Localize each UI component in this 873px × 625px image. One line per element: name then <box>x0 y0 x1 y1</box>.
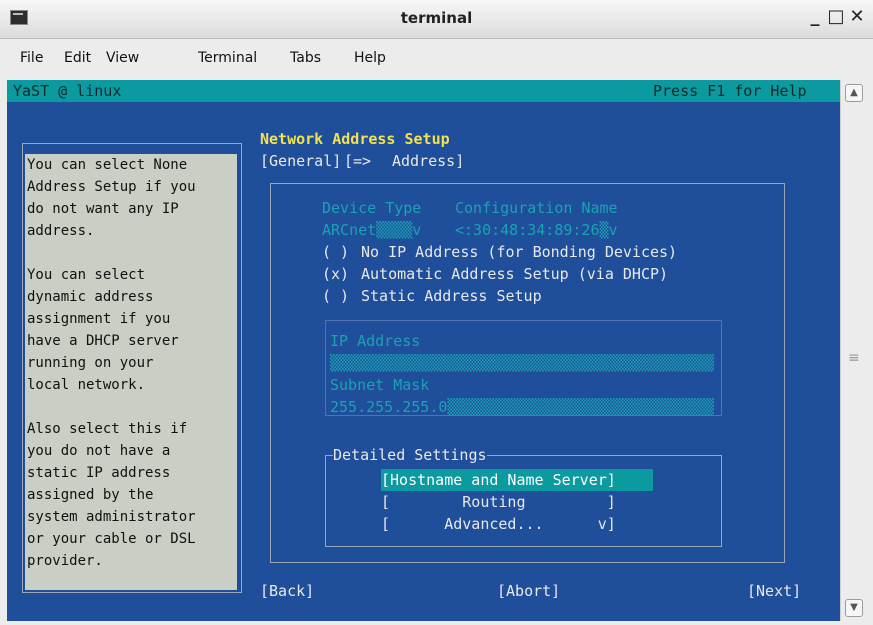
radio-static-mark[interactable]: ( ) <box>322 285 349 307</box>
help-line: address. <box>27 223 95 239</box>
help-line: provider. <box>27 553 103 569</box>
detailed-settings-label: Detailed Settings <box>333 444 487 466</box>
header-right: Press F1 for Help <box>653 82 807 100</box>
subnet-mask-field[interactable]: 255.255.255.0▒▒▒▒▒▒▒▒▒▒▒▒▒▒▒▒▒▒▒▒▒▒▒▒▒▒▒… <box>330 396 714 418</box>
radio-dhcp-mark[interactable]: (x) <box>322 263 349 285</box>
help-line: Also select this if <box>27 421 188 437</box>
radio-no-ip-label[interactable]: No IP Address (for Bonding Devices) <box>361 241 677 263</box>
close-button[interactable]: ✕ <box>847 6 867 27</box>
yast-header: YaST @ linux Press F1 for Help <box>7 80 840 102</box>
help-line: system administrator <box>27 509 196 525</box>
help-line: Address Setup if you <box>27 179 196 195</box>
help-line: You can select <box>27 267 146 283</box>
menu-edit[interactable]: Edit <box>64 50 91 66</box>
header-left: YaST @ linux <box>13 82 122 100</box>
menu-tabs[interactable]: Tabs <box>290 50 321 66</box>
menu-help[interactable]: Help <box>354 50 386 66</box>
device-type-select[interactable]: ARCnet▒▒▒▒v <box>322 219 421 241</box>
radio-dhcp-label[interactable]: Automatic Address Setup (via DHCP) <box>361 263 668 285</box>
help-line: local network. <box>27 377 146 393</box>
menu-terminal[interactable]: Terminal <box>198 50 257 66</box>
scroll-up-icon[interactable]: ▲ <box>845 84 863 102</box>
dialog-title: Network Address Setup <box>260 130 450 148</box>
tab-separator: [=> <box>344 152 372 170</box>
help-line: assignment if you <box>27 311 171 327</box>
menu-bar: File Edit View Terminal Tabs Help <box>0 39 873 77</box>
ip-address-label: IP Address <box>330 332 421 350</box>
menu-view[interactable]: View <box>106 50 139 66</box>
scroll-grip-icon[interactable]: ≡ <box>848 350 860 366</box>
window-title: terminal <box>400 9 473 27</box>
help-panel: You can select None Address Setup if you… <box>25 154 237 590</box>
minimize-button[interactable]: _ <box>805 6 825 27</box>
help-line: do not want any IP <box>27 201 179 217</box>
help-line: or your cable or DSL <box>27 531 196 547</box>
window-titlebar: terminal _ □ ✕ <box>0 0 873 39</box>
scrollbar[interactable]: ▲ ≡ ▼ <box>840 80 867 621</box>
subnet-mask-label: Subnet Mask <box>330 376 430 394</box>
help-line: you do not have a <box>27 443 171 459</box>
radio-static-label[interactable]: Static Address Setup <box>361 285 542 307</box>
abort-button[interactable]: [Abort] <box>497 580 560 602</box>
config-name-label: Configuration Name <box>455 199 618 217</box>
help-line: assigned by the <box>27 487 154 503</box>
ip-address-field-wrap: ▒▒▒▒▒▒▒▒▒▒▒▒▒▒▒▒▒▒▒▒▒▒▒▒▒▒▒▒▒▒▒▒▒▒▒▒▒▒▒▒… <box>330 352 714 374</box>
help-line: running on your <box>27 355 154 371</box>
radio-no-ip-mark[interactable]: ( ) <box>322 241 349 263</box>
config-name-select[interactable]: <:30:48:34:89:26▒v <box>455 219 618 241</box>
menu-file[interactable]: File <box>20 50 43 66</box>
help-line: dynamic address <box>27 289 154 305</box>
help-line: You can select None <box>27 157 188 173</box>
advanced-button[interactable]: [ Advanced... v] <box>381 513 616 535</box>
terminal-screen[interactable]: YaST @ linux Press F1 for Help You can s… <box>7 80 840 621</box>
device-type-label: Device Type <box>322 199 422 217</box>
scroll-down-icon[interactable]: ▼ <box>845 599 863 617</box>
hostname-button[interactable]: [Hostname and Name Server] <box>381 469 616 491</box>
tab-address[interactable]: Address] <box>392 150 464 172</box>
subnet-mask-field-wrap: 255.255.255.0▒▒▒▒▒▒▒▒▒▒▒▒▒▒▒▒▒▒▒▒▒▒▒▒▒▒▒… <box>330 396 714 418</box>
tab-general[interactable]: [General] <box>260 150 341 172</box>
maximize-button[interactable]: □ <box>826 6 846 27</box>
help-line: have a DHCP server <box>27 333 179 349</box>
routing-button[interactable]: [ Routing ] <box>381 491 616 513</box>
ip-address-field[interactable]: ▒▒▒▒▒▒▒▒▒▒▒▒▒▒▒▒▒▒▒▒▒▒▒▒▒▒▒▒▒▒▒▒▒▒▒▒▒▒▒▒… <box>330 352 714 374</box>
back-button[interactable]: [Back] <box>260 580 314 602</box>
next-button[interactable]: [Next] <box>747 580 801 602</box>
help-line: static IP address <box>27 465 171 481</box>
